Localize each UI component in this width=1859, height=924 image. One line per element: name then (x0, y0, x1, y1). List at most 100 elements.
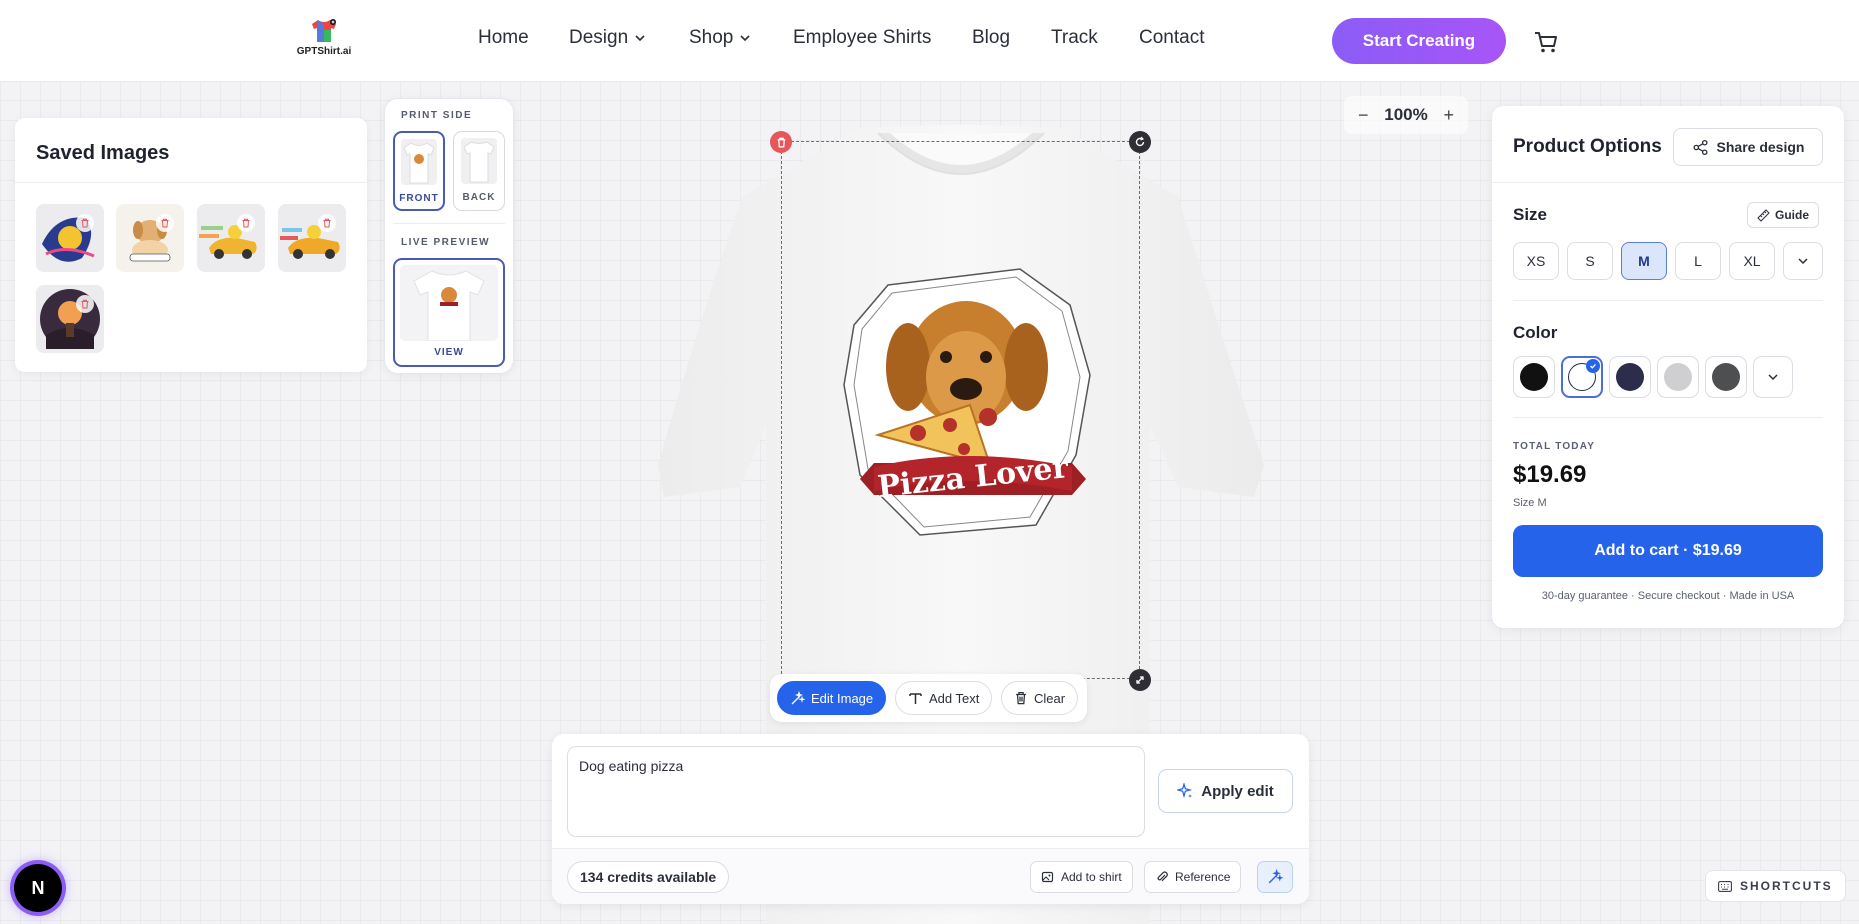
start-creating-button[interactable]: Start Creating (1332, 18, 1506, 64)
delete-icon[interactable] (237, 214, 255, 232)
size-l-button[interactable]: L (1675, 242, 1721, 280)
resize-handle[interactable] (1129, 669, 1151, 691)
puppy-sticker-image (129, 220, 171, 262)
pikachu-car-image (199, 225, 257, 259)
delete-icon[interactable] (76, 214, 94, 232)
more-colors-button[interactable] (1753, 356, 1793, 398)
color-swatch-light-gray[interactable] (1657, 356, 1699, 398)
size-xl-button[interactable]: XL (1729, 242, 1775, 280)
saved-image-thumb[interactable] (116, 204, 184, 272)
text-icon (909, 692, 922, 704)
edit-image-button[interactable]: Edit Image (777, 681, 887, 715)
check-icon (1586, 359, 1600, 373)
credits-badge: 134 credits available (567, 861, 730, 893)
view-label: VIEW (434, 347, 464, 358)
color-label: Color (1513, 323, 1558, 342)
nav-design-label: Design (569, 27, 629, 48)
add-text-button[interactable]: Add Text (895, 681, 993, 715)
prompt-input[interactable]: Dog eating pizza (567, 746, 1145, 837)
total-price: $19.69 (1513, 461, 1587, 488)
size-s-button[interactable]: S (1567, 242, 1613, 280)
fantasy-scene-image (40, 289, 100, 349)
rotate-handle[interactable] (1129, 131, 1151, 153)
saved-image-thumb[interactable] (36, 204, 104, 272)
saved-image-thumb[interactable] (36, 285, 104, 353)
shortcuts-button[interactable]: SHORTCUTS (1705, 870, 1846, 902)
add-text-label: Add Text (929, 690, 980, 706)
prompt-panel: Dog eating pizza Apply edit 134 credits … (552, 734, 1309, 904)
brand-logo[interactable]: GPTShirt.ai (296, 18, 352, 57)
front-shirt-thumb (401, 139, 437, 185)
sparkle-icon (1177, 783, 1193, 799)
nav-employee-shirts[interactable]: Employee Shirts (793, 27, 931, 49)
apply-edit-button[interactable]: Apply edit (1158, 769, 1293, 813)
back-label: BACK (462, 192, 496, 203)
chevron-down-icon (1768, 374, 1778, 381)
rotate-icon (1135, 136, 1145, 147)
nav-blog-label: Blog (972, 27, 1011, 48)
size-m-button[interactable]: M (1621, 242, 1667, 280)
avatar[interactable]: N (14, 864, 62, 912)
more-sizes-button[interactable] (1783, 242, 1823, 280)
reference-label: Reference (1175, 870, 1231, 884)
product-options-title: Product Options (1513, 136, 1662, 157)
brand-name: GPTShirt.ai (296, 46, 352, 57)
nav-home[interactable]: Home (478, 27, 529, 49)
nav-design[interactable]: Design (569, 27, 646, 49)
nav-home-label: Home (478, 27, 529, 48)
ruler-icon (1757, 208, 1770, 222)
size-xs-button[interactable]: XS (1513, 242, 1559, 280)
zoom-in-button[interactable]: + (1443, 105, 1454, 126)
trash-icon (777, 137, 785, 148)
divider (1492, 182, 1844, 183)
reference-button[interactable]: Reference (1144, 861, 1242, 893)
delete-icon[interactable] (318, 214, 336, 232)
back-shirt-thumb (461, 138, 497, 184)
selection-box[interactable] (781, 141, 1140, 679)
magic-wand-button[interactable] (1257, 861, 1293, 893)
nav-shop[interactable]: Shop (689, 27, 751, 49)
saved-image-thumb[interactable] (197, 204, 265, 272)
total-today-label: TOTAL TODAY (1513, 441, 1596, 452)
delete-icon[interactable] (76, 295, 94, 313)
pikachu-car-image (280, 225, 340, 259)
swatch-fill (1520, 363, 1548, 391)
share-design-button[interactable]: Share design (1673, 128, 1823, 166)
saved-image-thumb[interactable] (278, 204, 346, 272)
resize-icon (1136, 676, 1144, 684)
delete-icon[interactable] (156, 214, 174, 232)
color-swatch-navy[interactable] (1609, 356, 1651, 398)
product-options-panel: Product Options Share design Size Guide … (1492, 106, 1844, 628)
front-side-button[interactable]: FRONT (393, 131, 445, 211)
apply-edit-label: Apply edit (1201, 782, 1274, 800)
live-preview-button[interactable]: VIEW (393, 258, 505, 367)
share-icon (1693, 139, 1708, 155)
nav-track[interactable]: Track (1051, 27, 1098, 49)
nav-shop-label: Shop (689, 27, 734, 48)
zoom-level: 100% (1384, 105, 1428, 124)
magic-wand-icon (791, 690, 805, 704)
zoom-out-button[interactable]: − (1358, 105, 1369, 126)
tshirt-logo-icon (312, 19, 336, 42)
print-side-label: PRINT SIDE (401, 110, 473, 121)
guarantee-text: 30-day guarantee · Secure checkout · Mad… (1541, 590, 1795, 602)
print-side-panel: PRINT SIDE FRONT BACK LIVE PREVIEW VIEW (384, 98, 514, 374)
top-header: GPTShirt.ai Home Design Shop Employee Sh… (0, 0, 1859, 82)
keyboard-icon (1718, 880, 1732, 892)
nav-contact[interactable]: Contact (1139, 27, 1204, 49)
cart-icon[interactable] (1533, 29, 1559, 55)
add-to-cart-button[interactable]: Add to cart · $19.69 (1513, 525, 1823, 577)
add-to-shirt-label: Add to shirt (1061, 870, 1122, 884)
color-swatch-dark-gray[interactable] (1705, 356, 1747, 398)
color-swatch-white[interactable] (1561, 356, 1603, 398)
clear-button[interactable]: Clear (1001, 681, 1079, 715)
nav-blog[interactable]: Blog (972, 27, 1010, 49)
add-to-shirt-button[interactable]: Add to shirt (1030, 861, 1133, 893)
swatch-fill (1616, 363, 1644, 391)
back-side-button[interactable]: BACK (453, 131, 505, 211)
chevron-down-icon (635, 35, 645, 42)
color-swatch-black[interactable] (1513, 356, 1555, 398)
delete-handle[interactable] (770, 131, 792, 153)
size-guide-button[interactable]: Guide (1747, 202, 1820, 228)
prompt-footer: 134 credits available Add to shirt Refer… (552, 848, 1309, 904)
